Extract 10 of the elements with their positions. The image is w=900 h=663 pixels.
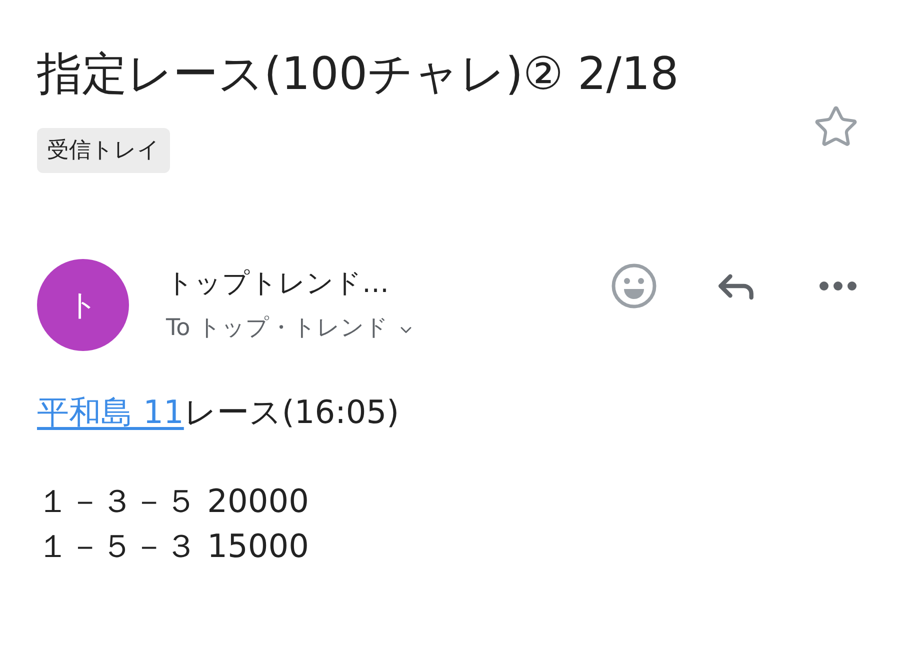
recipient-text: To トップ・トレンド	[166, 314, 389, 343]
bet-line: １－５－３ 15000	[37, 526, 310, 567]
inbox-label[interactable]: 受信トレイ	[37, 128, 170, 173]
race-heading: 平和島 11 レース(16:05)	[37, 392, 400, 433]
avatar: ト	[37, 259, 129, 351]
emoji-icon[interactable]	[611, 263, 657, 309]
bet-line: １－３－５ 20000	[37, 481, 310, 522]
email-subject: 指定レース(100チャレ)② 2/18	[37, 46, 679, 102]
sender-name: トップトレンド…	[166, 267, 390, 301]
more-icon[interactable]	[819, 281, 857, 291]
